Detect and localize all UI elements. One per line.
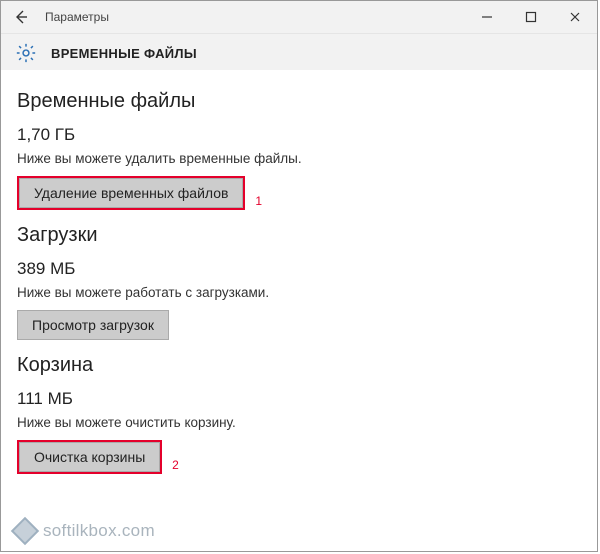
downloads-desc: Ниже вы можете работать с загрузками. [17,285,581,300]
section-heading-downloads: Загрузки [17,224,581,247]
downloads-size: 389 МБ [17,259,581,279]
window-title: Параметры [45,10,109,24]
annotation-label-1: 1 [255,194,262,208]
close-button[interactable] [553,1,597,33]
watermark-text: softilkbox.com [43,521,155,541]
section-heading-temp: Временные файлы [17,90,581,113]
view-downloads-button[interactable]: Просмотр загрузок [17,310,169,340]
temp-desc: Ниже вы можете удалить временные файлы. [17,151,581,166]
recycle-size: 111 МБ [17,389,581,409]
gear-icon [15,42,37,64]
annotation-box-2: Очистка корзины [17,440,162,474]
temp-size: 1,70 ГБ [17,125,581,145]
maximize-icon [525,11,537,23]
content-area: Временные файлы 1,70 ГБ Ниже вы можете у… [1,70,597,486]
minimize-button[interactable] [465,1,509,33]
arrow-left-icon [13,9,29,25]
diamond-icon [11,517,39,545]
section-heading-recycle: Корзина [17,354,581,377]
page-title: ВРЕМЕННЫЕ ФАЙЛЫ [51,46,197,61]
titlebar: Параметры [1,1,597,34]
annotation-label-2: 2 [172,458,179,472]
delete-temp-files-button[interactable]: Удаление временных файлов [19,178,243,208]
empty-recycle-bin-button[interactable]: Очистка корзины [19,442,160,472]
watermark: softilkbox.com [15,521,155,541]
page-header: ВРЕМЕННЫЕ ФАЙЛЫ [1,34,597,70]
recycle-desc: Ниже вы можете очистить корзину. [17,415,581,430]
back-button[interactable] [1,1,41,33]
close-icon [569,11,581,23]
minimize-icon [481,11,493,23]
annotation-box-1: Удаление временных файлов [17,176,245,210]
maximize-button[interactable] [509,1,553,33]
